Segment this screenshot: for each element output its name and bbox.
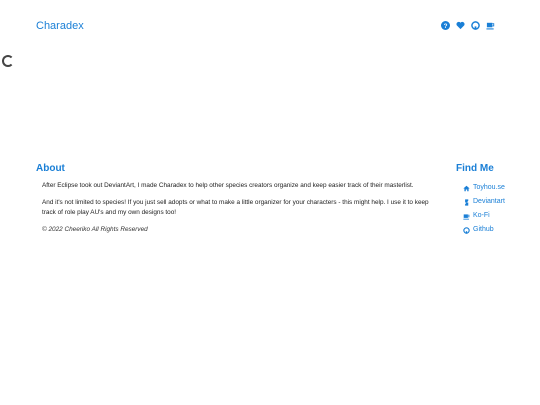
- findme-link-label[interactable]: Ko-Fi: [473, 211, 490, 221]
- findme-link-label[interactable]: Github: [473, 225, 494, 235]
- findme-link-kofi[interactable]: Ko-Fi: [463, 209, 536, 223]
- github-icon: [463, 226, 470, 234]
- about-title: About: [36, 163, 65, 174]
- help-icon[interactable]: ?: [441, 21, 450, 30]
- findme-list: Toyhou.se Deviantart Ko-Fi Github: [463, 181, 536, 237]
- findme-link-github[interactable]: Github: [463, 223, 536, 237]
- findme-link-toyhouse[interactable]: Toyhou.se: [463, 181, 536, 195]
- findme-link-deviantart[interactable]: Deviantart: [463, 195, 536, 209]
- findme-link-label[interactable]: Toyhou.se: [473, 183, 505, 193]
- house-icon: [463, 185, 470, 192]
- github-icon[interactable]: [471, 21, 480, 30]
- navbar: Charadex ?: [0, 0, 540, 50]
- loading-spinner: [2, 55, 14, 67]
- about-paragraph: And it's not limited to species! If you …: [42, 199, 429, 216]
- svg-text:?: ?: [444, 23, 448, 30]
- about-section: About After Eclipse took out DeviantArt,…: [36, 163, 441, 242]
- findme-title: Find Me: [456, 163, 494, 174]
- about-paragraph: After Eclipse took out DeviantArt, I mad…: [42, 182, 414, 189]
- nav-icons: ?: [441, 21, 495, 30]
- heart-icon[interactable]: [456, 21, 465, 30]
- findme-section: Find Me Toyhou.se Deviantart Ko-Fi Githu…: [456, 163, 536, 237]
- findme-link-label[interactable]: Deviantart: [473, 197, 505, 207]
- deviantart-icon: [463, 198, 470, 206]
- brand-link[interactable]: Charadex: [36, 20, 84, 33]
- coffee-icon[interactable]: [486, 21, 495, 30]
- page: Charadex ? About After Eclipse took out …: [0, 0, 540, 405]
- copyright: © 2022 Cheeriko All Rights Reserved: [42, 226, 148, 233]
- coffee-icon: [463, 213, 470, 220]
